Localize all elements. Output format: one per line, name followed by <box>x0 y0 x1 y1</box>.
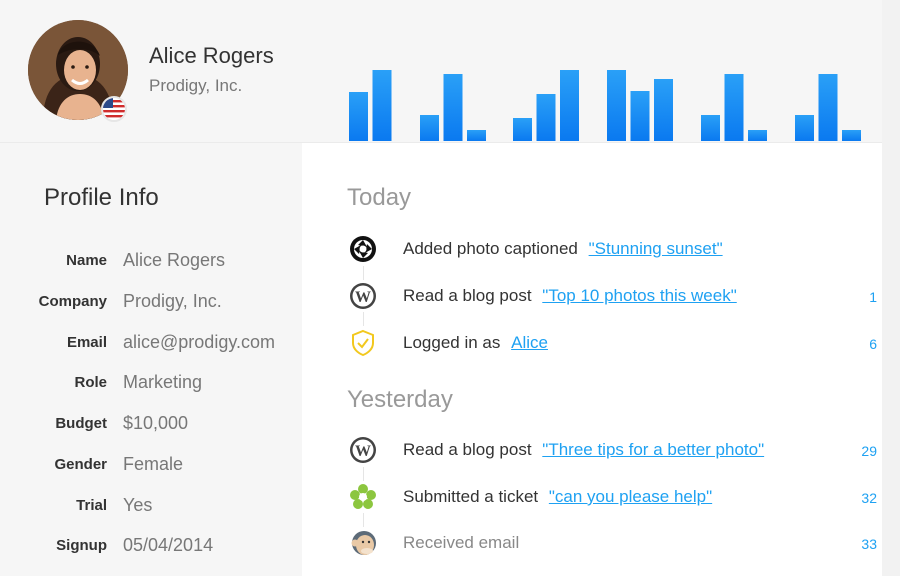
feed-count: 1 <box>869 289 877 305</box>
scroll-gutter <box>882 0 900 576</box>
info-label: Trial <box>76 497 107 514</box>
activity-bar <box>513 118 532 141</box>
feed-text: Read a blog post <box>403 440 532 459</box>
info-value: $10,000 <box>123 413 189 433</box>
mailchimp-icon <box>349 529 377 557</box>
feed-link[interactable]: "Three tips for a better photo" <box>542 440 764 459</box>
profile-title: Profile Info <box>44 184 159 211</box>
info-value: Marketing <box>123 372 203 392</box>
camera-shutter-icon <box>349 235 377 263</box>
info-row-budget: Budget $10,000 <box>0 409 302 439</box>
activity-bar <box>724 74 744 141</box>
feed-text: Received email <box>403 533 520 552</box>
timeline-connector <box>363 312 364 326</box>
info-value: alice@prodigy.com <box>123 332 275 352</box>
activity-bar <box>842 130 861 141</box>
feed-count: 32 <box>861 490 877 506</box>
feed-item: Logged in as Alice 6 <box>346 326 882 360</box>
user-company: Prodigy, Inc. <box>149 76 243 95</box>
activity-bar <box>536 94 556 141</box>
wordpress-icon: W <box>349 436 377 464</box>
feed-text: Logged in as <box>403 333 501 352</box>
feed-item: Added photo captioned "Stunning sunset" <box>346 232 882 266</box>
info-label: Signup <box>56 537 107 554</box>
profile-header: Alice Rogers Prodigy, Inc. <box>0 0 882 143</box>
info-row-name: Name Alice Rogers <box>0 246 302 276</box>
info-value: Alice Rogers <box>123 250 226 270</box>
activity-bar <box>372 70 392 141</box>
info-value: Yes <box>123 495 153 515</box>
activity-bar <box>443 74 463 141</box>
section-title-yesterday: Yesterday <box>347 386 453 413</box>
activity-chart <box>349 70 861 141</box>
activity-bar <box>630 91 650 141</box>
info-row-trial: Trial Yes <box>0 491 302 521</box>
shield-check-icon <box>349 329 377 357</box>
feed-text: Submitted a ticket <box>403 487 539 506</box>
wordpress-icon: W <box>349 282 377 310</box>
info-label: Email <box>66 334 107 351</box>
feed-item: W Read a blog post "Top 10 photos this w… <box>346 279 882 313</box>
feed-item: W Read a blog post "Three tips for a bet… <box>346 433 882 467</box>
feed-count: 33 <box>861 536 877 552</box>
activity-bar <box>607 70 626 141</box>
activity-bar <box>420 115 439 141</box>
info-row-email: Email alice@prodigy.com <box>0 328 302 358</box>
timeline-connector <box>363 513 364 527</box>
feed-text: Added photo captioned <box>403 239 578 258</box>
activity-bar <box>654 79 673 141</box>
feed-count: 29 <box>861 443 877 459</box>
feed-link[interactable]: "can you please help" <box>549 487 712 506</box>
feed-link[interactable]: "Top 10 photos this week" <box>542 286 736 305</box>
us-flag-icon <box>101 96 127 122</box>
activity-bar <box>467 130 486 141</box>
info-label: Gender <box>54 456 107 473</box>
info-value: Female <box>123 454 184 474</box>
info-label: Role <box>74 374 107 391</box>
svg-text:W: W <box>355 289 371 306</box>
timeline-connector <box>363 266 364 280</box>
activity-bar <box>560 70 579 141</box>
feed-text: Read a blog post <box>403 286 532 305</box>
activity-bar <box>795 115 814 141</box>
flower-icon <box>349 483 377 511</box>
info-row-company: Company Prodigy, Inc. <box>0 287 302 317</box>
info-value: 05/04/2014 <box>123 535 214 555</box>
info-row-gender: Gender Female <box>0 450 302 480</box>
info-label: Company <box>38 293 107 310</box>
info-value: Prodigy, Inc. <box>123 291 222 311</box>
timeline-connector <box>363 467 364 481</box>
svg-text:W: W <box>355 443 371 460</box>
user-name: Alice Rogers <box>149 43 274 68</box>
activity-bar <box>701 115 720 141</box>
feed-link[interactable]: "Stunning sunset" <box>589 239 723 258</box>
activity-bar <box>818 74 838 141</box>
info-label: Budget <box>55 415 107 432</box>
feed-link[interactable]: Alice <box>511 333 548 352</box>
info-label: Name <box>66 252 107 269</box>
activity-bar <box>349 92 368 141</box>
feed-item: Received email 33 <box>346 526 882 560</box>
info-row-signup: Signup 05/04/2014 <box>0 531 302 561</box>
feed-item: Submitted a ticket "can you please help"… <box>346 480 882 514</box>
section-title-today: Today <box>347 184 412 211</box>
feed-count: 6 <box>869 336 877 352</box>
activity-bar <box>748 130 767 141</box>
info-row-role: Role Marketing <box>0 368 302 398</box>
